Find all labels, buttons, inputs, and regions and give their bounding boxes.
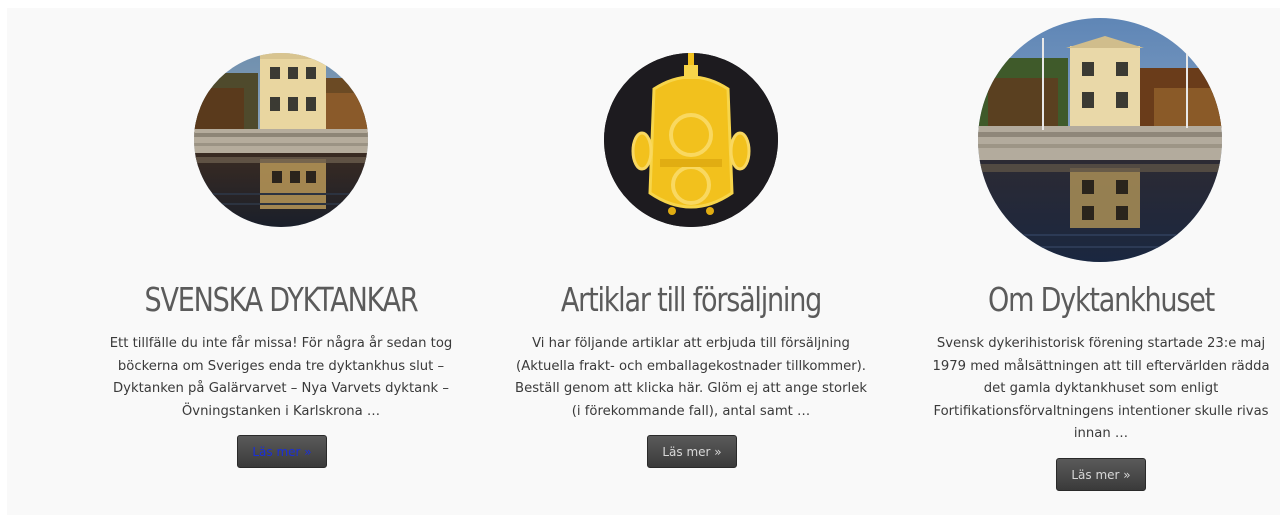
feature-title[interactable]: Om Dyktankhuset: [953, 278, 1248, 322]
read-more-button[interactable]: Läs mer »: [647, 435, 737, 468]
feature-excerpt: Svensk dykerihistorisk förening startade…: [932, 336, 1270, 441]
dyktankhus-photo[interactable]: [194, 53, 368, 227]
feature-svenska-dyktankar: SVENSKA DYKTANKAR Ett tillfälle du inte …: [101, 8, 461, 515]
feature-excerpt: Vi har följande artiklar att erbjuda til…: [515, 336, 867, 419]
read-more-button[interactable]: Läs mer »: [1056, 458, 1146, 491]
feature-om-dyktankhuset: Om Dyktankhuset Svensk dykerihistorisk f…: [921, 8, 1280, 515]
diving-helmet-patch-image[interactable]: [604, 53, 778, 227]
feature-artiklar: Artiklar till försäljning Vi har följand…: [511, 8, 871, 515]
feature-title[interactable]: Artiklar till försäljning: [543, 278, 838, 322]
features-section: SVENSKA DYKTANKAR Ett tillfälle du inte …: [7, 8, 1280, 515]
feature-title[interactable]: SVENSKA DYKTANKAR: [133, 278, 428, 322]
read-more-button[interactable]: Läs mer »: [237, 435, 327, 468]
dyktankhus-photo[interactable]: [978, 18, 1222, 262]
feature-excerpt: Ett tillfälle du inte får missa! För någ…: [109, 336, 453, 419]
